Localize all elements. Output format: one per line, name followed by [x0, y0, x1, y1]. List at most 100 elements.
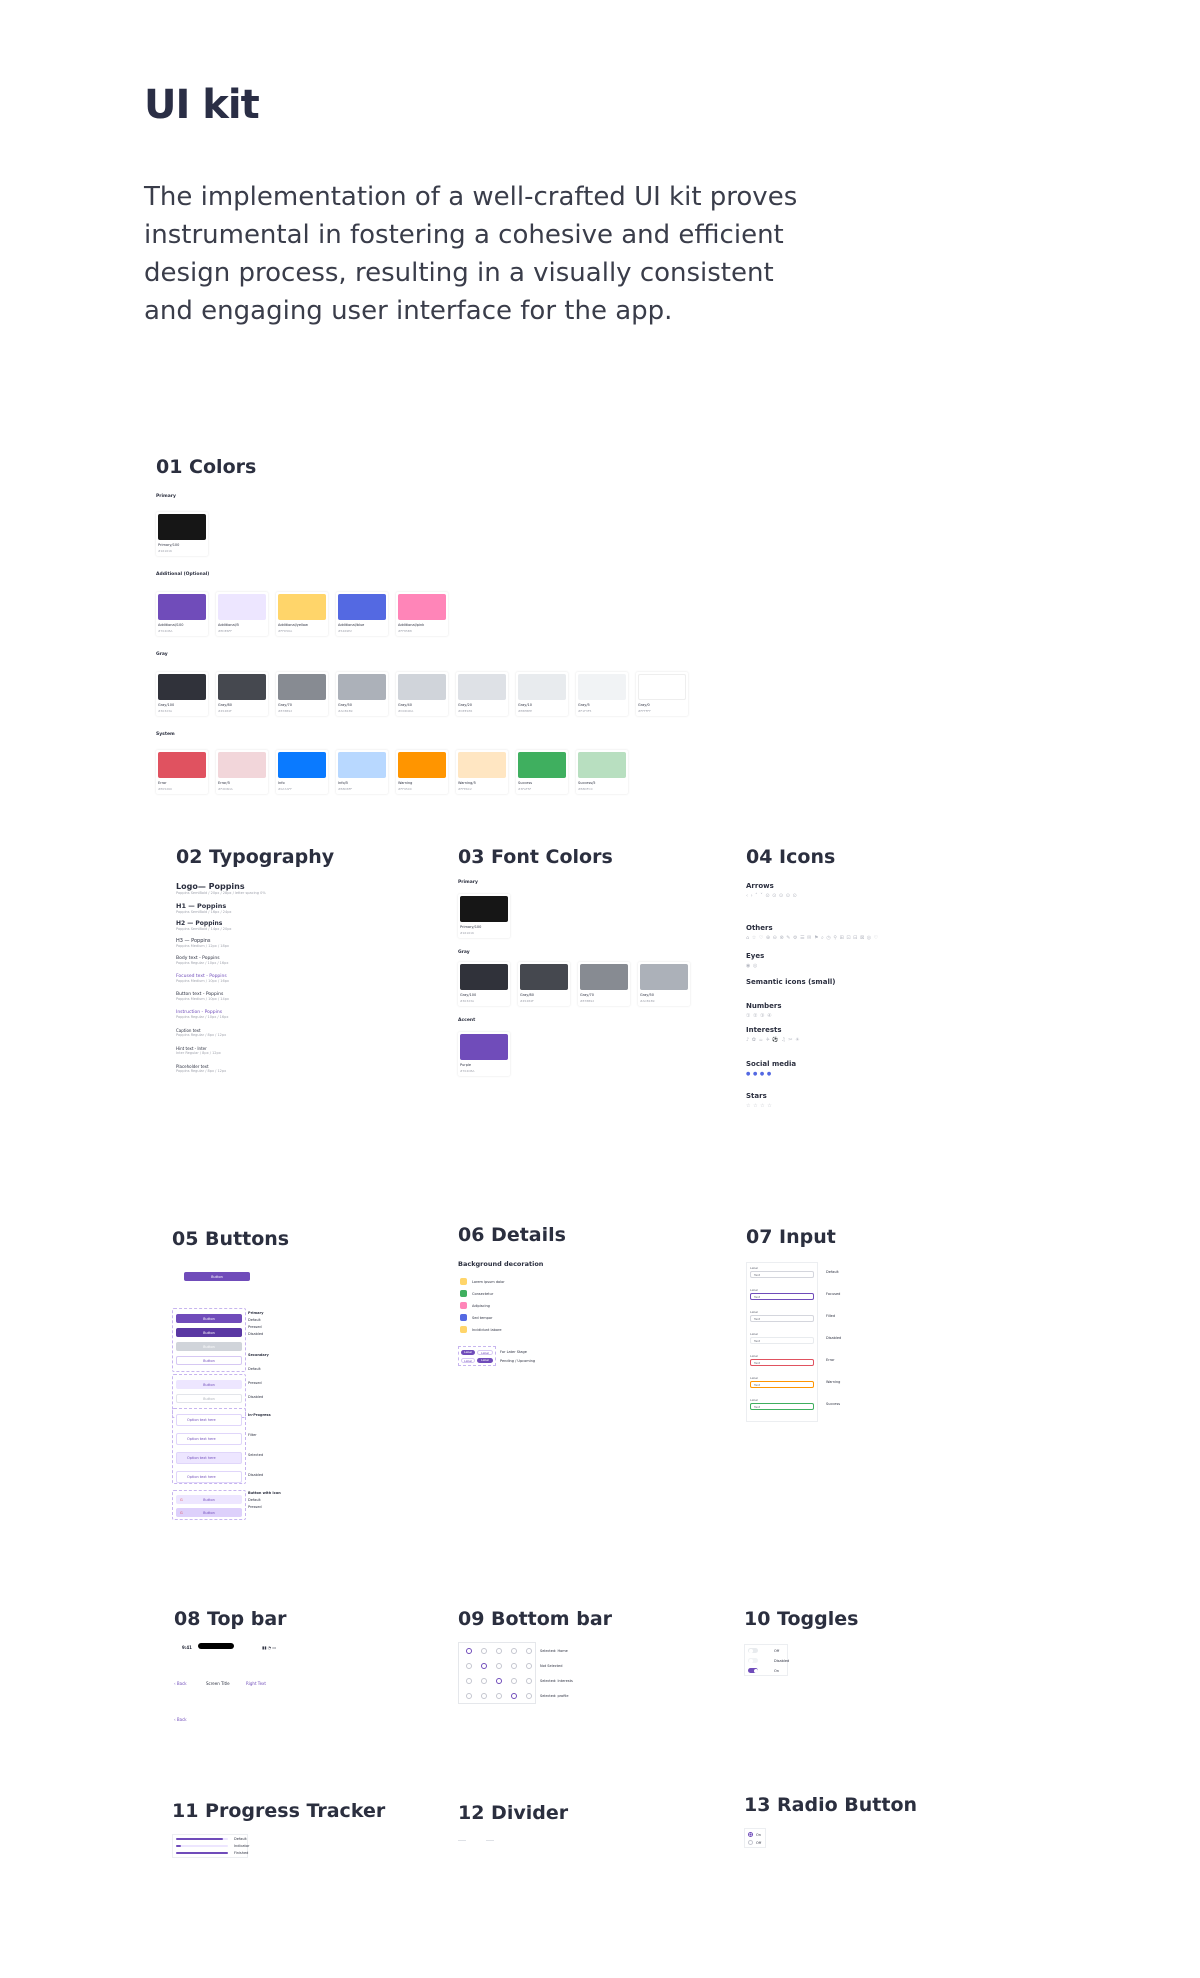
icon-default-button[interactable]: G Button [176, 1495, 242, 1504]
bottom-bar-tab-icon[interactable] [466, 1663, 472, 1669]
details-title: 06 Details [458, 1224, 566, 1246]
bottom-bar-tab-icon[interactable] [466, 1693, 472, 1699]
gray-color-name: Gray/0 [638, 703, 650, 707]
system-label: System [156, 732, 175, 737]
input-section: 07 Input Label Text Default Label Text Focuse… [746, 1226, 946, 1436]
gray-color-card: Gray/50 #ACB1B9 [336, 672, 388, 716]
bottom-bar-tab-icon[interactable] [496, 1693, 502, 1699]
text-input[interactable]: Text [750, 1271, 814, 1278]
input-state-label: Default [826, 1270, 839, 1274]
secondary-pressed-button[interactable]: Button [176, 1380, 242, 1389]
fc-primary-label: Primary [458, 880, 478, 885]
text-input[interactable]: Text [750, 1381, 814, 1388]
icon-group-label: Interests [746, 1026, 782, 1034]
system-color-name: Info/5 [338, 781, 349, 785]
bottom-bar-tab-icon[interactable] [526, 1648, 532, 1654]
text-input[interactable]: Text [750, 1315, 814, 1322]
button-state-label: Disabled [248, 1395, 264, 1399]
icon-group-glyphs: ☆ ☆ ☆ ☆ [746, 1103, 773, 1109]
bottom-bar-tab-icon[interactable] [496, 1663, 502, 1669]
right-text-button[interactable]: Right Text [246, 1680, 266, 1687]
icon-pressed-button[interactable]: G Button [176, 1508, 242, 1517]
bottom-bar-tab-icon[interactable] [481, 1648, 487, 1654]
google-icon-2: G [180, 1510, 183, 1515]
gray-color-name: Gray/5 [578, 703, 590, 707]
bottom-bar-tab-icon[interactable] [481, 1693, 487, 1699]
primary-label: Primary [156, 494, 176, 499]
option-button[interactable]: Option text here [176, 1414, 242, 1426]
toggle-switch[interactable] [748, 1668, 758, 1673]
fc-gray-color-swatch [640, 964, 688, 990]
radio-frame [744, 1828, 766, 1848]
radio-off[interactable] [748, 1840, 753, 1845]
bottom-bar-tab-icon[interactable] [466, 1678, 472, 1684]
option-button[interactable]: Option text here [176, 1471, 242, 1483]
primary-pressed-button[interactable]: Button [176, 1328, 242, 1337]
system-color-card: Success/5 #B8DFC0 [576, 750, 628, 794]
icon-pressed-label: Button [203, 1510, 215, 1515]
hero-button[interactable]: Button [184, 1272, 250, 1281]
system-color-name: Success/5 [578, 781, 596, 785]
back-button[interactable]: ‹ Back [174, 1680, 187, 1687]
primary-disabled-button[interactable]: Button [176, 1342, 242, 1351]
progress-track [176, 1852, 228, 1854]
system-color-swatch [278, 752, 326, 778]
toggle-switch[interactable] [748, 1658, 758, 1663]
additional-color-hex: #FFD56A [278, 629, 293, 633]
option-button[interactable]: Option text here [176, 1433, 242, 1445]
back-button-2[interactable]: ‹ Back [174, 1716, 187, 1723]
bottom-bar-tab-icon[interactable] [511, 1663, 517, 1669]
text-input[interactable]: Text [750, 1337, 814, 1344]
bottom-bar-tab-icon[interactable] [481, 1678, 487, 1684]
tag-outline: Label [477, 1350, 493, 1355]
toggle-switch[interactable] [748, 1648, 758, 1653]
additional-color-name: Additional/blue [338, 623, 365, 627]
fc-primary-color-hex: #161616 [460, 931, 474, 935]
decoration-swatch [460, 1278, 467, 1285]
toggle-knob [748, 1658, 753, 1663]
typography-label: H2 — Poppins [176, 920, 223, 927]
additional-color-swatch [158, 594, 206, 620]
text-input[interactable]: Text [750, 1403, 814, 1410]
primary-color-swatch [158, 514, 206, 540]
bottom-bar-tab-icon[interactable] [526, 1693, 532, 1699]
primary-color-hex: #161616 [158, 549, 172, 553]
bottom-bar-label: Selected: Home [540, 1649, 568, 1653]
bottom-bar-tab-icon[interactable] [481, 1663, 487, 1669]
bottom-bar-tab-icon[interactable] [511, 1678, 517, 1684]
text-input[interactable]: Text [750, 1359, 814, 1366]
fc-accent-color-card: Purple #704CBA [458, 1032, 510, 1076]
input-state-label: Disabled [826, 1336, 842, 1340]
button-state-label: Disabled [248, 1332, 264, 1336]
bottom-bar-label: Selected: Interests [540, 1679, 573, 1683]
radio-off-label: Off [756, 1841, 762, 1845]
bottom-bar-tab-icon[interactable] [511, 1693, 517, 1699]
radio-title: 13 Radio Button [744, 1794, 918, 1816]
bottom-bar-tab-icon[interactable] [466, 1648, 472, 1654]
input-label: Label [750, 1288, 759, 1292]
additional-color-card: Additional/pink #FF85B8 [396, 592, 448, 636]
system-color-card: Info/5 #B8D8FF [336, 750, 388, 794]
fc-gray-color-name: Gray/80 [520, 993, 534, 997]
bottom-bar-tab-icon[interactable] [511, 1648, 517, 1654]
system-color-hex: #FFE6C2 [458, 787, 472, 791]
primary-default-button[interactable]: Button [176, 1314, 242, 1323]
system-color-hex: #B8D8FF [338, 787, 353, 791]
divider-section: 12 Divider [458, 1802, 658, 1862]
secondary-disabled-button[interactable]: Button [176, 1394, 242, 1403]
toggle-knob [748, 1648, 753, 1653]
buttons-section: 05 Buttons Button Button Button Button B… [172, 1228, 372, 1528]
text-input[interactable]: Text [750, 1293, 814, 1300]
bottom-bar-tab-icon[interactable] [526, 1678, 532, 1684]
typography-row: Focused text - Poppins Poppins Medium / 1… [176, 974, 229, 983]
bottom-bar-tab-icon[interactable] [526, 1663, 532, 1669]
typography-row: Placeholder text Poppins Regular / 8px / … [176, 1064, 226, 1073]
input-label: Label [750, 1354, 759, 1358]
radio-on[interactable] [748, 1832, 753, 1837]
option-button[interactable]: Option text here [176, 1452, 242, 1464]
progress-track [176, 1838, 228, 1840]
bottom-bar-tab-icon[interactable] [496, 1678, 502, 1684]
bottom-bar-tab-icon[interactable] [496, 1648, 502, 1654]
secondary-default-button[interactable]: Button [176, 1356, 242, 1365]
icon-group-glyphs: ◉ ◎ [746, 963, 758, 969]
